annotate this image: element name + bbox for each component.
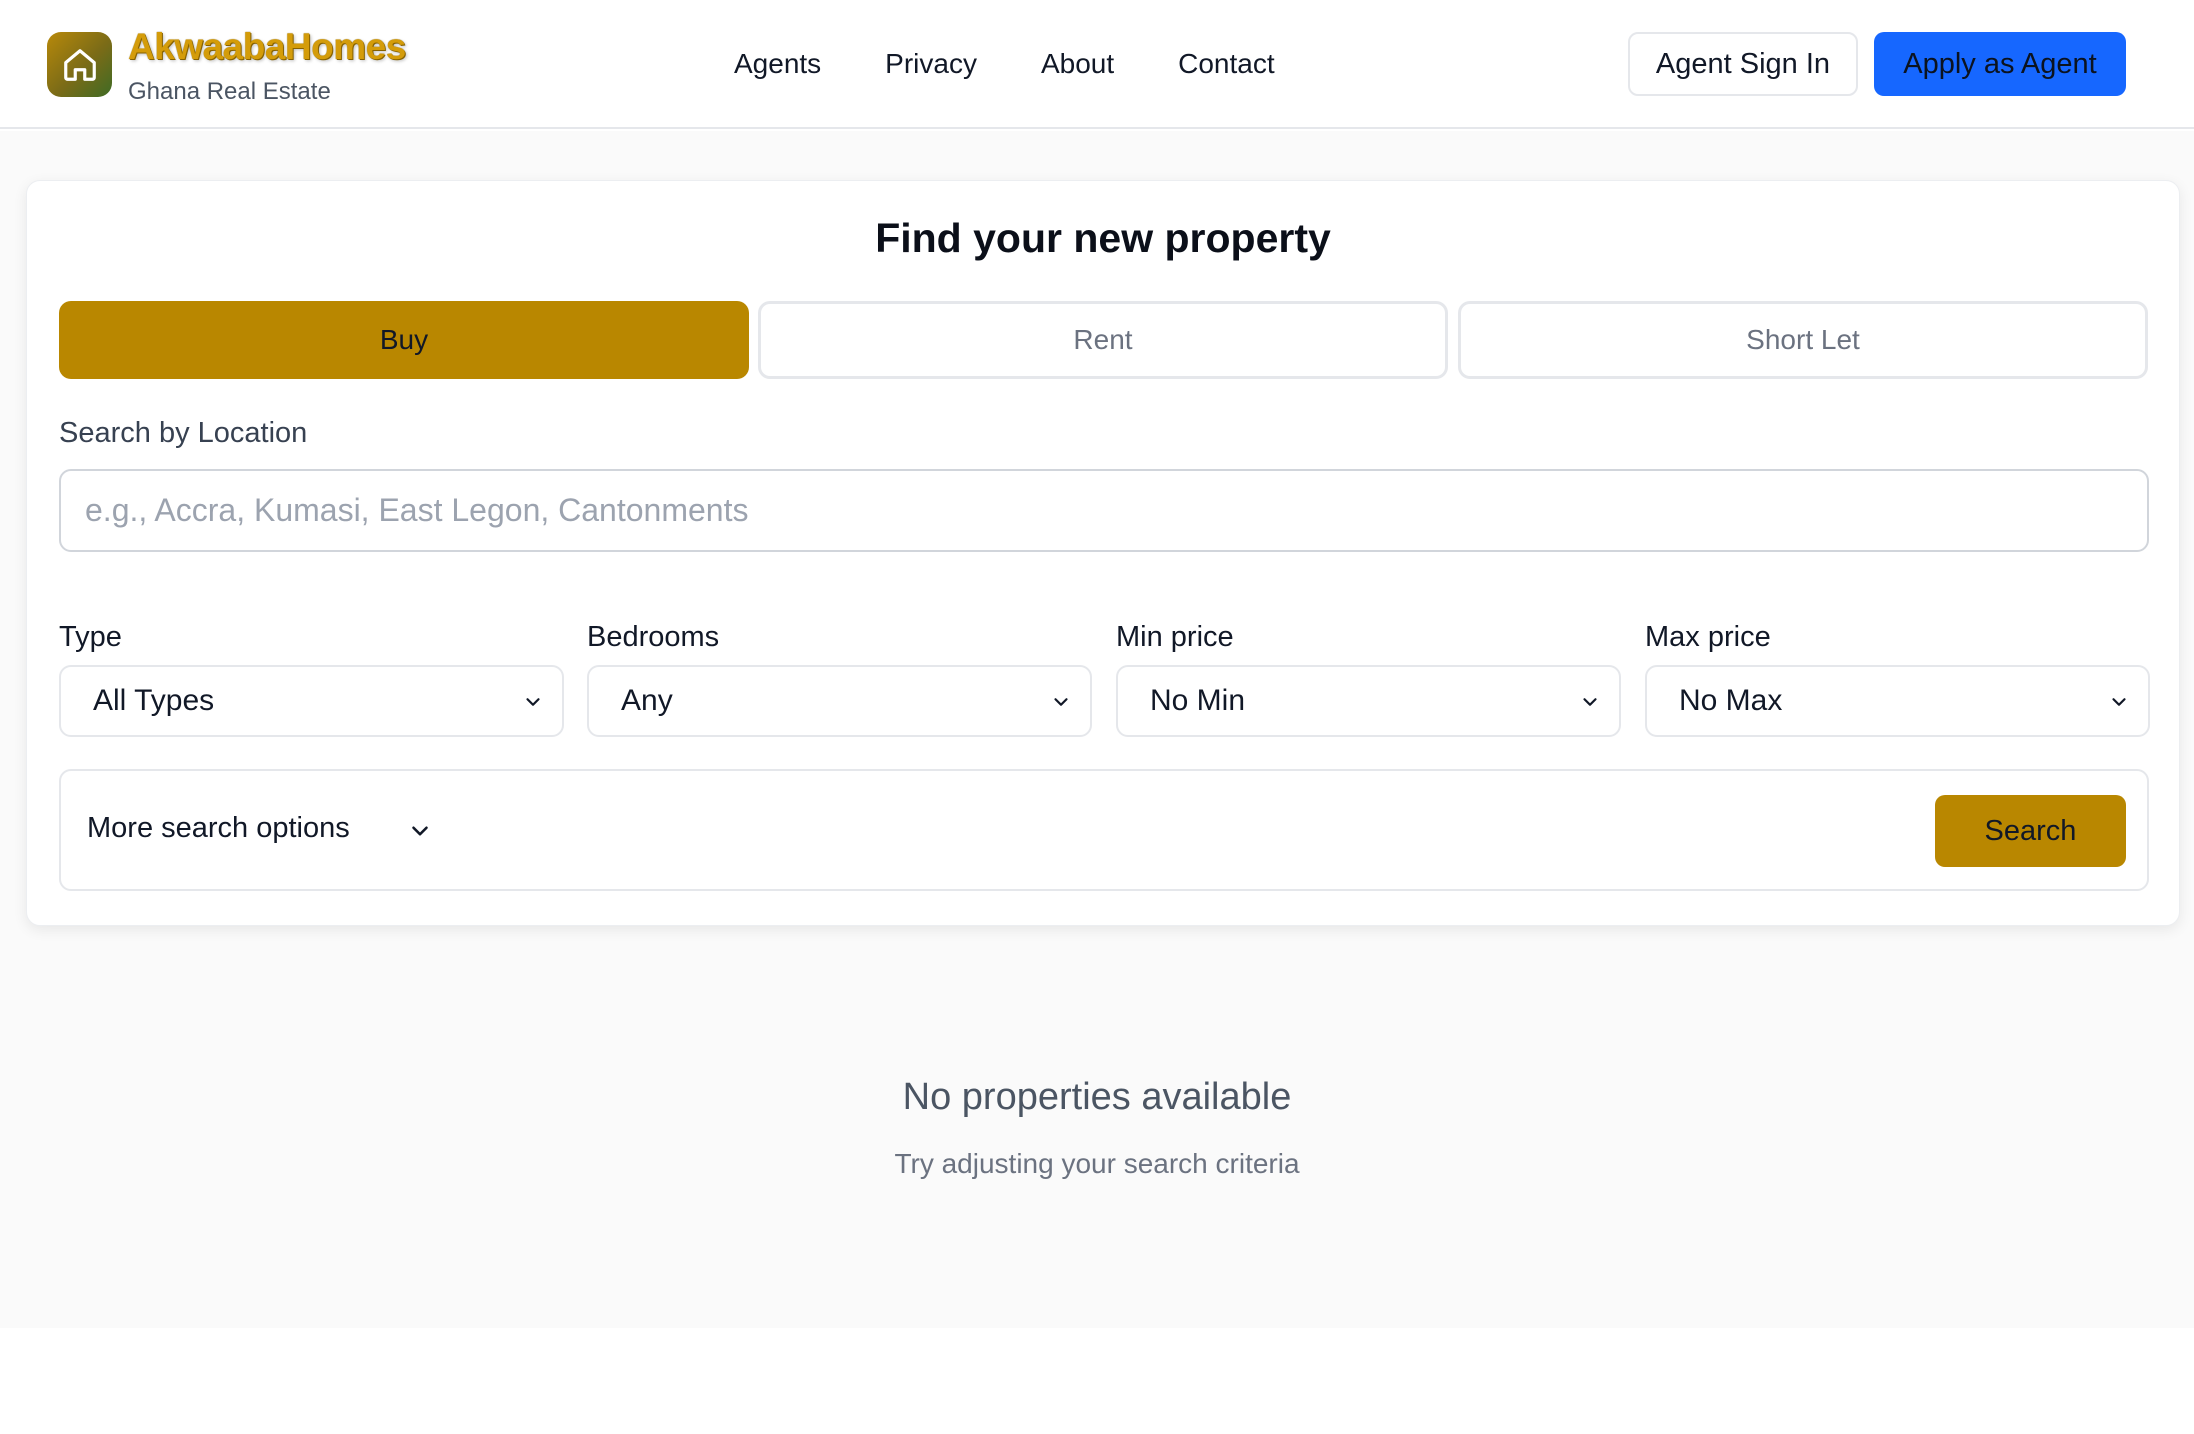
- max-price-select[interactable]: No Max: [1645, 665, 2150, 737]
- search-title: Find your new property: [875, 215, 1331, 261]
- main-nav: Agents Privacy About Contact: [734, 46, 1275, 82]
- brand-tagline: Ghana Real Estate: [128, 78, 331, 105]
- max-price-label: Max price: [1645, 621, 1771, 653]
- brand-name[interactable]: AkwaabaHomes: [128, 26, 406, 68]
- logo[interactable]: [47, 32, 112, 97]
- max-price-select-value: No Max: [1679, 684, 1783, 717]
- bedrooms-label: Bedrooms: [587, 621, 720, 653]
- min-price-label: Min price: [1116, 621, 1234, 653]
- chevron-down-icon: [1583, 698, 1597, 706]
- empty-state-title: No properties available: [902, 1076, 1292, 1118]
- search-card: Find your new property Buy Rent Short Le…: [26, 180, 2180, 926]
- home-icon: [63, 48, 96, 81]
- chevron-down-icon: [2112, 698, 2126, 706]
- location-search-input[interactable]: [59, 469, 2149, 552]
- nav-link-about[interactable]: About: [1041, 46, 1114, 82]
- nav-link-agents[interactable]: Agents: [734, 46, 821, 82]
- agent-sign-in-button[interactable]: Agent Sign In: [1628, 32, 1858, 96]
- type-label: Type: [59, 621, 122, 653]
- empty-state-subtitle: Try adjusting your search criteria: [894, 1148, 1300, 1179]
- min-price-select-value: No Min: [1150, 684, 1246, 717]
- site-header: AkwaabaHomes Ghana Real Estate Agents Pr…: [0, 0, 2194, 129]
- type-select-value: All Types: [93, 684, 215, 717]
- nav-link-privacy[interactable]: Privacy: [885, 46, 977, 82]
- chevron-down-icon: [1054, 698, 1068, 706]
- bedrooms-select[interactable]: Any: [587, 665, 1092, 737]
- search-button[interactable]: Search: [1935, 795, 2126, 867]
- tab-short-let[interactable]: Short Let: [1458, 301, 2148, 379]
- chevron-down-icon[interactable]: [407, 818, 433, 844]
- tab-rent[interactable]: Rent: [758, 301, 1448, 379]
- location-label: Search by Location: [59, 417, 308, 449]
- min-price-select[interactable]: No Min: [1116, 665, 1621, 737]
- nav-link-contact[interactable]: Contact: [1178, 46, 1275, 82]
- apply-as-agent-button[interactable]: Apply as Agent: [1874, 32, 2126, 96]
- more-search-options-toggle[interactable]: More search options: [87, 812, 350, 845]
- bedrooms-select-value: Any: [621, 684, 673, 717]
- chevron-down-icon: [526, 698, 540, 706]
- tab-buy[interactable]: Buy: [59, 301, 749, 379]
- type-select[interactable]: All Types: [59, 665, 564, 737]
- more-options-bar: More search options Search: [59, 769, 2149, 891]
